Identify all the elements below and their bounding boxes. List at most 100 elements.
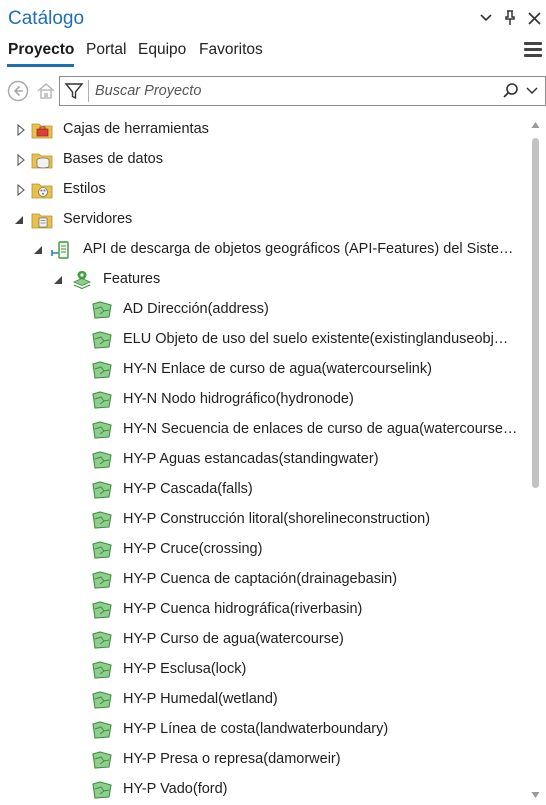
polygon-layer-icon [92,511,112,529]
tree-item-feature-layer[interactable]: HY-P Vado(ford) [0,775,526,805]
tree-item-label: Cajas de herramientas [63,121,209,137]
polygon-layer-icon [92,751,112,769]
search-icon[interactable] [501,81,521,101]
polygon-layer-icon [92,571,112,589]
tree-item-label: HY-P Humedal(wetland) [123,691,278,707]
tree-item-label: HY-P Vado(ford) [123,781,228,797]
divider [88,80,89,102]
panel-title: Catálogo [8,8,85,29]
tree-item-feature-layer[interactable]: HY-P Humedal(wetland) [0,685,526,715]
home-button[interactable] [35,80,57,102]
polygon-layer-icon [92,301,112,319]
tree-item-toolboxes[interactable]: Cajas de herramientas [0,115,526,145]
search-input[interactable] [95,81,485,101]
tree-item-feature-layer[interactable]: HY-N Secuencia de enlaces de curso de ag… [0,415,526,445]
tree-item-feature-layer[interactable]: HY-P Cuenca de captación(drainagebasin) [0,565,526,595]
vertical-scrollbar[interactable] [528,115,542,805]
tree-item-feature-layer[interactable]: HY-N Nodo hidrográfico(hydronode) [0,385,526,415]
tree-item-feature-layer[interactable]: HY-P Esclusa(lock) [0,655,526,685]
tree-item-label: HY-P Cuenca de captación(drainagebasin) [123,571,398,587]
tree-item-label: Features [103,271,161,287]
tree-item-label: Estilos [63,181,106,197]
catalog-tree: Cajas de herramientas Bases de datos Est… [0,115,526,805]
menu-icon[interactable] [524,42,542,60]
polygon-layer-icon [92,331,112,349]
polygon-layer-icon [92,481,112,499]
tree-item-label: HY-N Nodo hidrográfico(hydronode) [123,391,354,407]
tree-item-label: HY-N Secuencia de enlaces de curso de ag… [123,421,518,437]
tab-favoritos[interactable]: Favoritos [199,41,263,59]
tree-item-feature-layer[interactable]: HY-P Aguas estancadas(standingwater) [0,445,526,475]
styles-folder-icon [31,183,53,199]
tree-item-label: HY-N Enlace de curso de agua(watercourse… [123,361,432,377]
tree-item-label: HY-P Cruce(crossing) [123,541,263,557]
back-button[interactable] [7,80,29,102]
tree-item-databases[interactable]: Bases de datos [0,145,526,175]
polygon-layer-icon [92,781,112,799]
polygon-layer-icon [92,691,112,709]
pin-icon[interactable] [502,9,518,27]
search-options-chevron-icon[interactable] [525,82,541,100]
tree-item-feature-layer[interactable]: HY-P Línea de costa(landwaterboundary) [0,715,526,745]
tree-item-label: HY-P Construcción litoral(shorelineconst… [123,511,431,527]
tree-item-label: HY-P Esclusa(lock) [123,661,247,677]
polygon-layer-icon [92,631,112,649]
scroll-down-arrow-icon[interactable] [531,791,540,799]
collapse-arrow-icon[interactable] [53,274,63,286]
servers-folder-icon [31,213,53,229]
tree-item-feature-layer[interactable]: ELU Objeto de uso del suelo existente(ex… [0,325,526,355]
tree-item-feature-layer[interactable]: HY-P Construcción litoral(shorelineconst… [0,505,526,535]
tree-item-label: HY-P Presa o represa(damorweir) [123,751,341,767]
options-dropdown-icon[interactable] [478,9,494,27]
tree-item-label: API de descarga de objetos geográficos (… [83,241,514,257]
collapse-arrow-icon[interactable] [14,214,24,226]
expand-arrow-icon[interactable] [16,154,26,166]
tree-item-feature-layer[interactable]: HY-P Curso de agua(watercourse) [0,625,526,655]
polygon-layer-icon [92,601,112,619]
filter-icon[interactable] [64,81,84,101]
polygon-layer-icon [92,451,112,469]
tree-item-label: HY-P Aguas estancadas(standingwater) [123,451,379,467]
tree-item-label: HY-P Curso de agua(watercourse) [123,631,344,647]
tab-portal[interactable]: Portal [86,41,127,59]
polygon-layer-icon [92,721,112,739]
tree-item-feature-layer[interactable]: HY-N Enlace de curso de agua(watercourse… [0,355,526,385]
back-arrow-icon [7,80,29,102]
scroll-up-arrow-icon[interactable] [531,121,540,129]
tab-proyecto[interactable]: Proyecto [8,41,74,59]
search-box [59,76,546,106]
collapse-arrow-icon[interactable] [33,244,43,256]
catalog-title-bar: Catálogo [0,0,546,38]
ogc-server-icon [51,241,69,259]
tree-item-feature-layer[interactable]: AD Dirección(address) [0,295,526,325]
tree-item-label: HY-P Línea de costa(landwaterboundary) [123,721,389,737]
title-controls [478,9,542,27]
tree-item-feature-layer[interactable]: HY-P Cascada(falls) [0,475,526,505]
active-tab-indicator [7,64,74,67]
expand-arrow-icon[interactable] [16,124,26,136]
tree-item-features[interactable]: Features [0,265,526,295]
catalog-toolbar [0,76,546,108]
tab-equipo[interactable]: Equipo [138,41,186,59]
home-icon [37,83,55,99]
tree-item-feature-layer[interactable]: HY-P Cruce(crossing) [0,535,526,565]
tree-item-styles[interactable]: Estilos [0,175,526,205]
toolbox-folder-icon [31,123,53,139]
tree-item-feature-layer[interactable]: HY-P Presa o represa(damorweir) [0,745,526,775]
tree-item-feature-layer[interactable]: HY-P Cuenca hidrográfica(riverbasin) [0,595,526,625]
tree-item-label: HY-P Cuenca hidrográfica(riverbasin) [123,601,363,617]
scrollbar-thumb[interactable] [532,138,539,488]
polygon-layer-icon [92,661,112,679]
polygon-layer-icon [92,391,112,409]
expand-arrow-icon[interactable] [16,184,26,196]
tree-item-label: Bases de datos [63,151,163,167]
tree-item-server-connection[interactable]: API de descarga de objetos geográficos (… [0,235,526,265]
close-icon[interactable] [526,9,542,27]
tree-item-label: HY-P Cascada(falls) [123,481,253,497]
tree-item-label: ELU Objeto de uso del suelo existente(ex… [123,331,509,347]
tree-item-label: AD Dirección(address) [123,301,269,317]
polygon-layer-icon [92,361,112,379]
catalog-tabs: Proyecto Portal Equipo Favoritos [0,38,546,66]
tree-item-label: Servidores [63,211,133,227]
tree-item-servers[interactable]: Servidores [0,205,526,235]
